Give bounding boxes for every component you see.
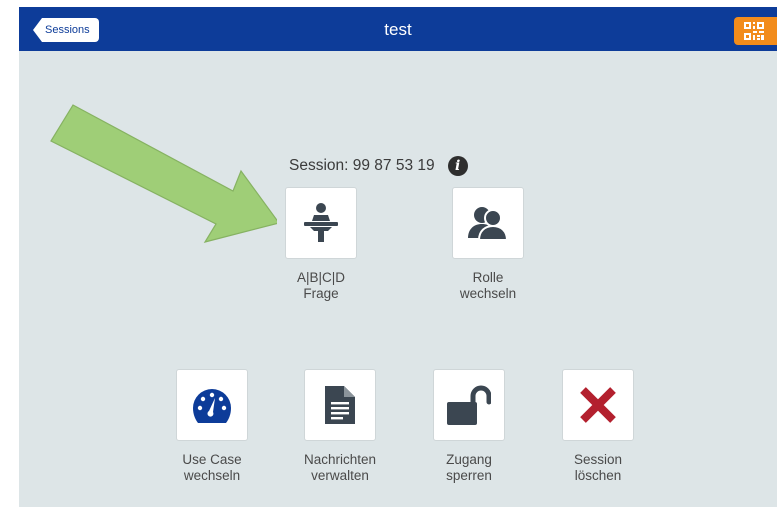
switch-role-tile[interactable]: Rolle wechseln: [438, 187, 538, 302]
abcd-question-button[interactable]: [285, 187, 357, 259]
lectern-icon: [304, 203, 338, 242]
session-info: Session: 99 87 53 19 i: [289, 155, 468, 177]
speedometer-icon: [193, 389, 231, 423]
users-icon: [468, 207, 508, 240]
unlock-icon: [447, 385, 491, 425]
document-icon: [325, 386, 355, 424]
app-window: Sessions test Session: 99 87 53 19 i A|B…: [19, 7, 777, 507]
manage-messages-label: Nachrichten verwalten: [303, 452, 377, 483]
lock-access-button[interactable]: [433, 369, 505, 441]
switch-use-case-button[interactable]: [176, 369, 248, 441]
qr-code-icon: [744, 22, 764, 40]
page-title: test: [384, 20, 412, 39]
manage-messages-button[interactable]: [304, 369, 376, 441]
abcd-question-tile[interactable]: A|B|C|D Frage: [271, 187, 371, 302]
switch-use-case-tile[interactable]: Use Case wechseln: [162, 369, 262, 484]
delete-session-tile[interactable]: Session löschen: [548, 369, 648, 484]
delete-session-label: Session löschen: [573, 452, 623, 483]
session-code-label: Session: 99 87 53 19: [289, 157, 435, 174]
info-icon[interactable]: i: [447, 156, 468, 176]
switch-role-label: Rolle wechseln: [459, 270, 517, 301]
x-icon: [580, 387, 616, 423]
manage-messages-tile[interactable]: Nachrichten verwalten: [290, 369, 390, 484]
delete-session-button[interactable]: [562, 369, 634, 441]
switch-use-case-label: Use Case wechseln: [182, 452, 242, 483]
switch-role-button[interactable]: [452, 187, 524, 259]
qr-code-button[interactable]: [734, 17, 777, 45]
abcd-question-label: A|B|C|D Frage: [296, 270, 346, 301]
header-bar: Sessions test: [19, 7, 777, 51]
lock-access-tile[interactable]: Zugang sperren: [419, 369, 519, 484]
lock-access-label: Zugang sperren: [446, 452, 492, 483]
green-arrow-annotation: [50, 104, 277, 243]
